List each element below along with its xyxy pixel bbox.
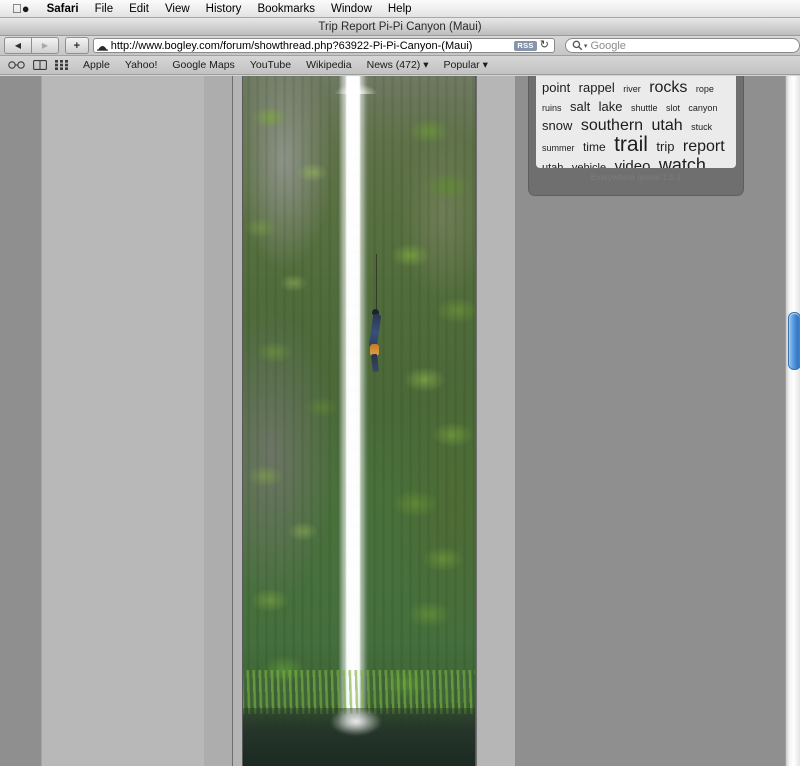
rss-badge[interactable]: RSS [514,40,537,51]
tag-link[interactable]: vehicle [572,162,606,168]
bookmark-news[interactable]: News (472) ▾ [367,59,429,71]
menu-item-help[interactable]: Help [380,0,420,18]
window-title: Trip Report Pi-Pi Canyon (Maui) [318,21,482,33]
tag-link[interactable]: utah [542,162,563,168]
tag-link[interactable]: watch [659,155,706,168]
tag-link[interactable]: video [615,158,651,168]
post-column-edge-right [476,76,516,766]
page-margin-left [0,76,41,766]
search-input[interactable]: ▾ Google [564,38,800,53]
bookmark-youtube[interactable]: YouTube [250,59,291,71]
bookmark-yahoo[interactable]: Yahoo! [125,59,158,71]
tag-link[interactable]: utah [652,117,683,134]
tag-link[interactable]: canyon [688,103,717,113]
navigation-buttons: ◀ ▶ [4,37,59,54]
menu-item-window[interactable]: Window [323,0,380,18]
menu-item-bookmarks[interactable]: Bookmarks [249,0,323,18]
tag-link[interactable]: report [683,138,725,155]
tag-link[interactable]: ruins [542,103,562,113]
browser-window: Trip Report Pi-Pi Canyon (Maui) ◀ ▶ + ht… [0,18,800,766]
tag-link[interactable]: shuttle [631,103,658,113]
tag-cloud-list: point rappel river rocks rope ruins salt… [536,76,736,168]
tag-link[interactable]: salt [570,99,590,114]
back-button[interactable]: ◀ [4,37,31,54]
bookmark-wikipedia[interactable]: Wikipedia [306,59,352,71]
menu-item-view[interactable]: View [157,0,198,18]
tag-link[interactable]: summer [542,143,575,153]
reload-icon[interactable]: ↻ [540,40,549,51]
tag-link[interactable]: slot [666,103,680,113]
vertical-scrollbar[interactable] [785,76,800,766]
apple-logo-icon[interactable]: ● [12,2,30,15]
waterfall-crest [334,76,378,94]
site-favicon-icon [97,40,109,51]
book-icon[interactable] [33,60,47,70]
tag-link[interactable]: rappel [579,80,615,95]
canyoneer-legs [371,353,379,373]
page-gutter [204,76,232,766]
page-left-column [41,76,205,766]
tag-link[interactable]: time [583,140,606,154]
bookmark-apple[interactable]: Apple [83,59,110,71]
tag-link[interactable]: southern [581,117,643,134]
mac-menu-bar: ● Safari File Edit View History Bookmar… [0,0,800,18]
address-bar-url: http://www.bogley.com/forum/showthread.p… [110,39,473,52]
menu-item-history[interactable]: History [198,0,250,18]
bookmark-google-maps[interactable]: Google Maps [172,59,234,71]
waterfall-splash [320,704,392,748]
window-title-bar[interactable]: Trip Report Pi-Pi Canyon (Maui) [0,18,800,36]
waterfall-core [346,76,360,736]
tag-link[interactable]: river [623,84,641,94]
tag-link[interactable]: rope [696,84,714,94]
search-placeholder: Google [590,39,626,52]
tag-link[interactable]: rocks [649,79,687,96]
page-content: point rappel river rocks rope ruins salt… [0,76,800,766]
add-bookmark-button[interactable]: + [65,37,89,54]
menu-item-safari[interactable]: Safari [39,0,87,18]
tag-link[interactable]: trail [614,133,648,156]
bookmarks-bar: Apple Yahoo! Google Maps YouTube Wikiped… [0,56,800,75]
forward-button[interactable]: ▶ [31,37,59,54]
waterfall-photo[interactable] [242,76,476,766]
tag-link[interactable]: snow [542,118,572,133]
address-bar[interactable]: http://www.bogley.com/forum/showthread.p… [92,38,555,53]
widget-footer: Everywhere global 1.5.1 [590,173,682,182]
tag-link[interactable]: point [542,80,570,95]
grid-icon[interactable] [55,60,68,70]
browser-toolbar: ◀ ▶ + http://www.bogley.com/forum/showth… [0,36,800,56]
rappelling-canyoneer [368,254,384,376]
tag-link[interactable]: trip [656,139,674,154]
search-icon: ▾ [572,40,587,51]
tag-link[interactable]: lake [599,99,623,114]
reading-glasses-icon[interactable] [8,61,25,69]
rappel-rope [376,254,377,316]
tag-link[interactable]: stuck [691,122,712,132]
menu-item-edit[interactable]: Edit [121,0,157,18]
bookmark-popular[interactable]: Popular ▾ [443,59,487,71]
tag-cloud-widget: point rappel river rocks rope ruins salt… [528,76,744,196]
menu-item-file[interactable]: File [87,0,122,18]
safari-browser-window: ● Safari File Edit View History Bookmar… [0,0,800,766]
scrollbar-thumb[interactable] [788,312,800,370]
